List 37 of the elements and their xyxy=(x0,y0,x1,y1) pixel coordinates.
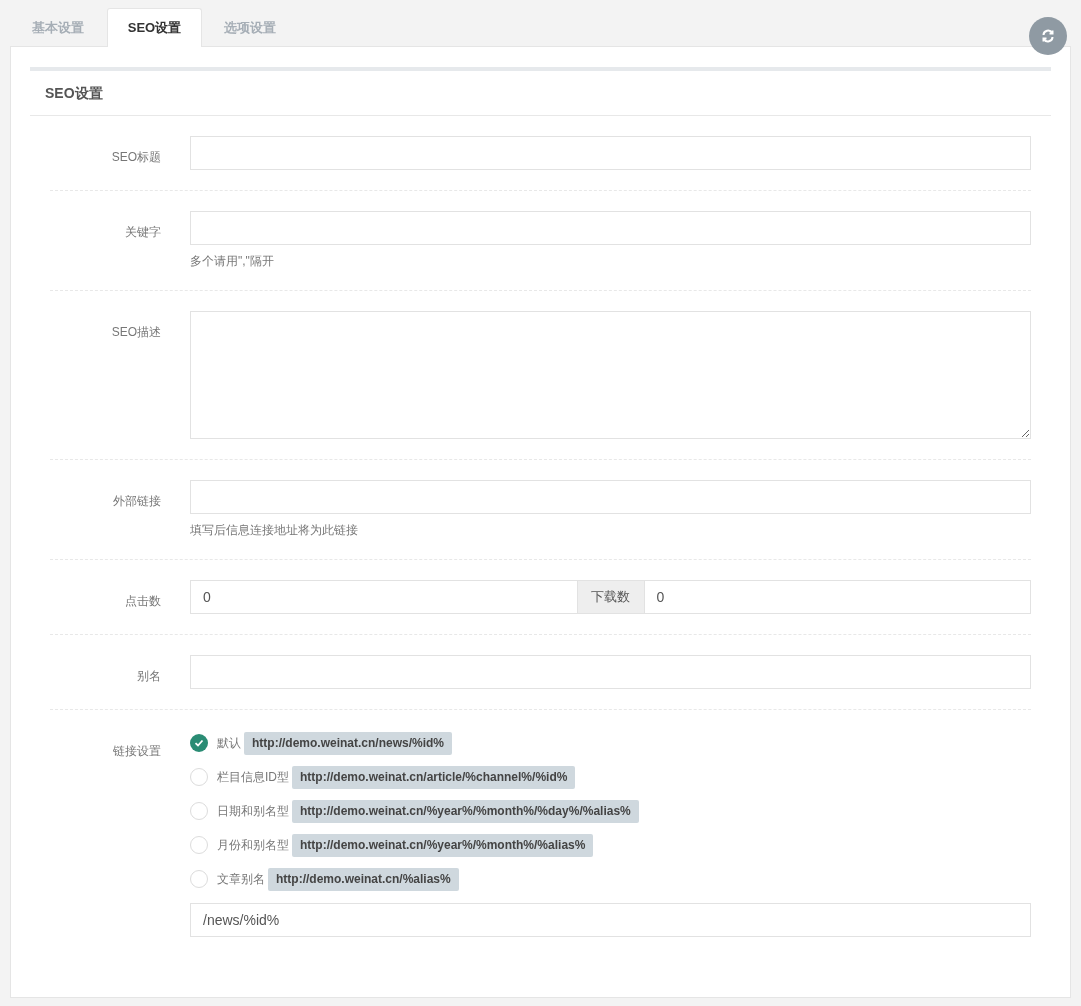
field-label: 关键字 xyxy=(125,225,161,239)
text-field[interactable] xyxy=(190,480,1031,514)
radio-label: 栏目信息ID型 xyxy=(217,769,289,786)
tab[interactable]: SEO设置 xyxy=(107,8,202,47)
text-field[interactable] xyxy=(190,655,1031,689)
radio-label: 默认 xyxy=(217,735,241,752)
field-label: 点击数 xyxy=(125,594,161,608)
text-field[interactable]: 0 xyxy=(643,580,1031,614)
text-field[interactable]: /news/%id% xyxy=(190,903,1031,937)
url-tag: http://demo.weinat.cn/%year%/%month%/%alias% xyxy=(292,833,594,857)
field-label: SEO描述 xyxy=(111,325,161,339)
url-tag: http://demo.weinat.cn/news/%id% xyxy=(244,731,453,755)
text-area[interactable] xyxy=(190,311,1031,439)
checked-radio-icon[interactable] xyxy=(190,734,208,752)
section-title: SEO设置 xyxy=(45,83,103,103)
radio-button[interactable] xyxy=(190,802,208,820)
url-tag: http://demo.weinat.cn/%alias% xyxy=(268,867,459,891)
help-text: 多个请用","隔开 xyxy=(190,253,275,270)
text-field[interactable] xyxy=(190,211,1031,245)
field-label: SEO标题 xyxy=(111,150,161,164)
field-label: 链接设置 xyxy=(113,744,161,758)
radio-label: 月份和别名型 xyxy=(217,837,289,854)
radio-label: 日期和别名型 xyxy=(217,803,289,820)
text-field[interactable]: 0 xyxy=(190,580,578,614)
help-text: 填写后信息连接地址将为此链接 xyxy=(190,522,359,539)
radio-button[interactable] xyxy=(190,870,208,888)
addon-label: 下载数 xyxy=(577,580,644,614)
refresh-button[interactable] xyxy=(1029,17,1067,55)
url-tag: http://demo.weinat.cn/article/%channel%/%id% xyxy=(292,765,576,789)
url-tag: http://demo.weinat.cn/%year%/%month%/%day%/%alias% xyxy=(292,799,639,823)
field-label: 别名 xyxy=(137,669,161,683)
text-field[interactable] xyxy=(190,136,1031,170)
radio-button[interactable] xyxy=(190,768,208,786)
refresh-icon xyxy=(1041,29,1055,43)
radio-label: 文章别名 xyxy=(217,871,265,888)
radio-button[interactable] xyxy=(190,836,208,854)
field-label: 外部链接 xyxy=(113,494,161,508)
